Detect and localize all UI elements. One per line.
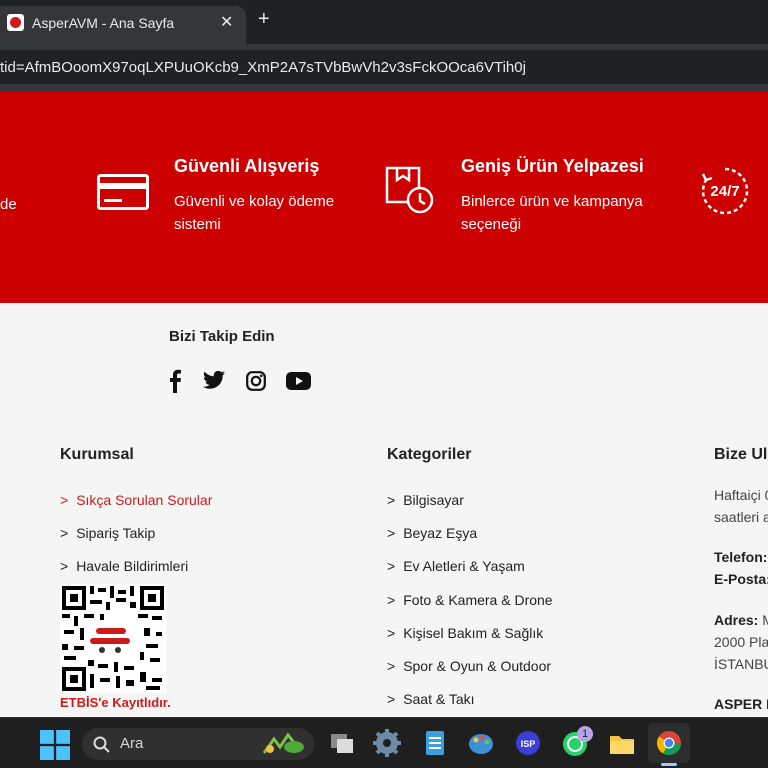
settings-gear-icon[interactable] — [372, 728, 402, 758]
paint-icon[interactable] — [466, 728, 496, 758]
contact-hours-1: Haftaiçi 0 — [714, 487, 768, 503]
svg-text:ISP: ISP — [521, 739, 536, 749]
category-link-label: Beyaz Eşya — [403, 525, 478, 541]
category-link[interactable]: > Foto & Kamera & Drone — [387, 592, 553, 608]
category-link-label: Ev Aletleri & Yaşam — [403, 558, 525, 574]
twitter-icon[interactable] — [203, 370, 225, 390]
search-icon — [93, 736, 110, 753]
windows-start-icon[interactable] — [40, 730, 70, 760]
category-link-label: Saat & Takı — [403, 691, 475, 707]
tab-close-icon[interactable]: ✕ — [220, 12, 233, 32]
category-link[interactable]: > Kişisel Bakım & Sağlık — [387, 625, 543, 641]
task-view-icon[interactable] — [327, 728, 357, 758]
support-24-7-label: 24/7 — [710, 183, 739, 200]
category-link[interactable]: > Ev Aletleri & Yaşam — [387, 558, 525, 574]
file-explorer-icon[interactable] — [607, 728, 637, 758]
support-24-7-icon: 24/7 — [701, 167, 749, 215]
link-order-tracking[interactable]: > Sipariş Takip — [60, 525, 155, 541]
category-link-label: Bilgisayar — [403, 492, 464, 508]
link-transfer-notice[interactable]: > Havale Bildirimleri — [60, 558, 188, 574]
etbis-qr-code[interactable] — [60, 584, 166, 693]
kategoriler-title: Kategoriler — [387, 446, 472, 463]
browser-address-bar: tid=AfmBOoomX97oqLXPUuOKcb9_XmP2A7sTVbBw… — [0, 44, 768, 92]
tab-title: AsperAVM - Ana Sayfa — [32, 15, 175, 31]
credit-card-icon — [97, 174, 149, 210]
category-link-label: Foto & Kamera & Drone — [403, 592, 553, 608]
whatsapp-badge: 1 — [577, 726, 593, 742]
follow-us-title: Bizi Takip Edin — [169, 328, 275, 345]
youtube-icon[interactable] — [286, 372, 311, 390]
windows-taskbar: Ara ISP 1 — [0, 717, 768, 768]
feature-cut-text: de — [0, 196, 17, 213]
contact-hours-2: saatleri a — [714, 509, 768, 525]
notepad-icon[interactable] — [420, 728, 450, 758]
browser-tab-active[interactable]: AsperAVM - Ana Sayfa ✕ — [0, 6, 246, 44]
feature-title-secure: Güvenli Alışveriş — [174, 156, 320, 176]
feature-desc-secure-1: Güvenli ve kolay ödeme — [174, 193, 335, 210]
instagram-icon[interactable] — [246, 371, 266, 391]
category-link[interactable]: > Spor & Oyun & Outdoor — [387, 658, 551, 674]
facebook-icon[interactable] — [167, 369, 183, 393]
product-box-icon — [385, 166, 434, 214]
contact-company: ASPER E — [714, 696, 768, 712]
chrome-icon[interactable] — [654, 728, 684, 758]
contact-address: Adres: M — [714, 612, 768, 628]
link-order-tracking-label: Sipariş Takip — [76, 525, 156, 541]
new-tab-button[interactable]: + — [258, 9, 270, 29]
kurumsal-title: Kurumsal — [60, 446, 134, 463]
features-band: de Güvenli Alışveriş Güvenli ve kolay öd… — [0, 92, 768, 303]
isp-app-icon[interactable]: ISP — [513, 728, 543, 758]
contact-address-3: İSTANBU — [714, 656, 768, 672]
search-highlight-icon — [262, 732, 304, 754]
contact-phone-label: Telefon: — [714, 549, 768, 565]
category-link-label: Spor & Oyun & Outdoor — [403, 658, 552, 674]
link-faq-label: Sıkça Sorulan Sorular — [76, 492, 213, 508]
chrome-active-indicator — [661, 763, 677, 766]
contact-title: Bize Ul — [714, 446, 768, 463]
feature-desc-range-2: seçeneği — [461, 216, 522, 233]
category-link[interactable]: > Saat & Takı — [387, 691, 475, 707]
category-link[interactable]: > Bilgisayar — [387, 492, 464, 508]
browser-tab-bar: AsperAVM - Ana Sayfa ✕ + — [0, 0, 768, 44]
feature-desc-secure-2: sistemi — [174, 216, 221, 233]
link-transfer-notice-label: Havale Bildirimleri — [76, 558, 189, 574]
search-placeholder: Ara — [120, 735, 144, 752]
etbis-label: ETBİS'e Kayıtlıdır. — [60, 695, 171, 710]
feature-desc-range-1: Binlerce ürün ve kampanya — [461, 193, 643, 210]
contact-address-2: 2000 Pla — [714, 634, 768, 650]
category-link[interactable]: > Beyaz Eşya — [387, 525, 477, 541]
site-favicon-icon — [7, 14, 24, 31]
feature-title-range: Geniş Ürün Yelpazesi — [461, 156, 644, 176]
taskbar-search-box[interactable]: Ara — [82, 728, 314, 760]
url-text: tid=AfmBOoomX97oqLXPUuOKcb9_XmP2A7sTVbBw… — [0, 59, 526, 76]
link-faq[interactable]: > Sıkça Sorulan Sorular — [60, 492, 212, 508]
url-field[interactable]: tid=AfmBOoomX97oqLXPUuOKcb9_XmP2A7sTVbBw… — [0, 50, 768, 84]
category-link-label: Kişisel Bakım & Sağlık — [403, 625, 544, 641]
contact-email-label: E-Posta: — [714, 571, 768, 587]
